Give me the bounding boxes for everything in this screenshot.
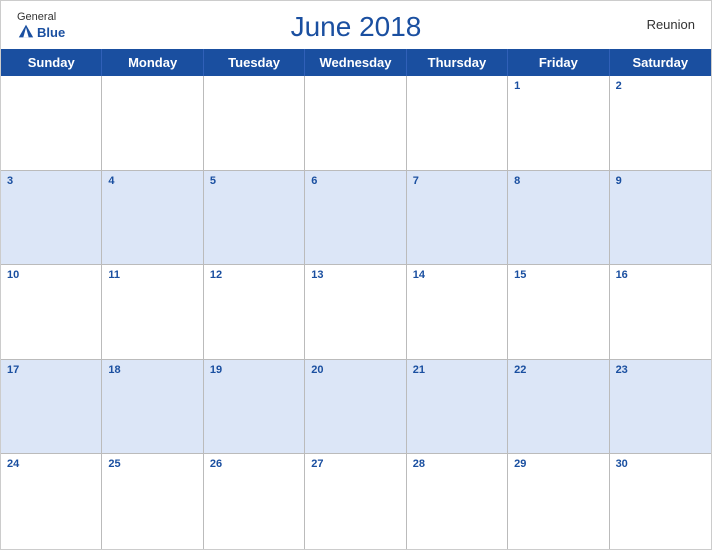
- calendar-cell: 25: [102, 454, 203, 549]
- day-number: 9: [616, 175, 705, 187]
- logo-area: General Blue: [17, 11, 65, 41]
- calendar-cell: 1: [508, 76, 609, 171]
- day-number: 1: [514, 80, 602, 92]
- calendar-cell: 18: [102, 360, 203, 455]
- calendar-cell: 23: [610, 360, 711, 455]
- calendar-cell: 19: [204, 360, 305, 455]
- day-number: 4: [108, 175, 196, 187]
- calendar-cell: 10: [1, 265, 102, 360]
- day-number: 15: [514, 269, 602, 281]
- calendar-cell: 27: [305, 454, 406, 549]
- logo-general: General: [17, 11, 56, 23]
- day-number: 5: [210, 175, 298, 187]
- day-thursday: Thursday: [407, 49, 508, 76]
- logo-blue: Blue: [17, 23, 65, 41]
- calendar-cell: [204, 76, 305, 171]
- calendar-cell: 30: [610, 454, 711, 549]
- day-number: 23: [616, 364, 705, 376]
- calendar-cell: [305, 76, 406, 171]
- day-number: 20: [311, 364, 399, 376]
- calendar-cell: 14: [407, 265, 508, 360]
- calendar-cell: 6: [305, 171, 406, 266]
- calendar-cell: 20: [305, 360, 406, 455]
- calendar-container: General Blue June 2018 Reunion Sunday Mo…: [0, 0, 712, 550]
- day-wednesday: Wednesday: [305, 49, 406, 76]
- day-number: 13: [311, 269, 399, 281]
- day-number: 30: [616, 458, 705, 470]
- day-number: 12: [210, 269, 298, 281]
- calendar-cell: 16: [610, 265, 711, 360]
- calendar-cell: 4: [102, 171, 203, 266]
- day-number: 21: [413, 364, 501, 376]
- day-number: 25: [108, 458, 196, 470]
- day-number: 28: [413, 458, 501, 470]
- calendar-cell: 17: [1, 360, 102, 455]
- calendar-cell: 9: [610, 171, 711, 266]
- calendar-cell: 26: [204, 454, 305, 549]
- day-number: 3: [7, 175, 95, 187]
- days-header: Sunday Monday Tuesday Wednesday Thursday…: [1, 49, 711, 76]
- day-number: 19: [210, 364, 298, 376]
- day-sunday: Sunday: [1, 49, 102, 76]
- region-label: Reunion: [647, 17, 695, 32]
- day-tuesday: Tuesday: [204, 49, 305, 76]
- calendar-cell: 29: [508, 454, 609, 549]
- calendar-header: General Blue June 2018 Reunion: [1, 1, 711, 49]
- day-number: 6: [311, 175, 399, 187]
- logo-icon: [17, 23, 35, 41]
- day-number: 29: [514, 458, 602, 470]
- day-number: 14: [413, 269, 501, 281]
- calendar-cell: 21: [407, 360, 508, 455]
- day-number: 27: [311, 458, 399, 470]
- calendar-grid: 1234567891011121314151617181920212223242…: [1, 76, 711, 549]
- day-number: 10: [7, 269, 95, 281]
- day-number: 26: [210, 458, 298, 470]
- day-number: 16: [616, 269, 705, 281]
- day-number: 8: [514, 175, 602, 187]
- calendar-cell: 15: [508, 265, 609, 360]
- day-monday: Monday: [102, 49, 203, 76]
- calendar-cell: [1, 76, 102, 171]
- calendar-cell: [407, 76, 508, 171]
- day-friday: Friday: [508, 49, 609, 76]
- calendar-title: June 2018: [291, 11, 422, 43]
- day-number: 7: [413, 175, 501, 187]
- calendar-cell: 3: [1, 171, 102, 266]
- calendar-cell: 28: [407, 454, 508, 549]
- day-number: 2: [616, 80, 705, 92]
- day-saturday: Saturday: [610, 49, 711, 76]
- day-number: 22: [514, 364, 602, 376]
- calendar-cell: 24: [1, 454, 102, 549]
- calendar-cell: 5: [204, 171, 305, 266]
- calendar-cell: 8: [508, 171, 609, 266]
- day-number: 18: [108, 364, 196, 376]
- day-number: 17: [7, 364, 95, 376]
- calendar-cell: 22: [508, 360, 609, 455]
- calendar-cell: 13: [305, 265, 406, 360]
- day-number: 11: [108, 269, 196, 281]
- calendar-cell: 12: [204, 265, 305, 360]
- calendar-cell: 7: [407, 171, 508, 266]
- calendar-cell: [102, 76, 203, 171]
- day-number: 24: [7, 458, 95, 470]
- calendar-cell: 11: [102, 265, 203, 360]
- calendar-cell: 2: [610, 76, 711, 171]
